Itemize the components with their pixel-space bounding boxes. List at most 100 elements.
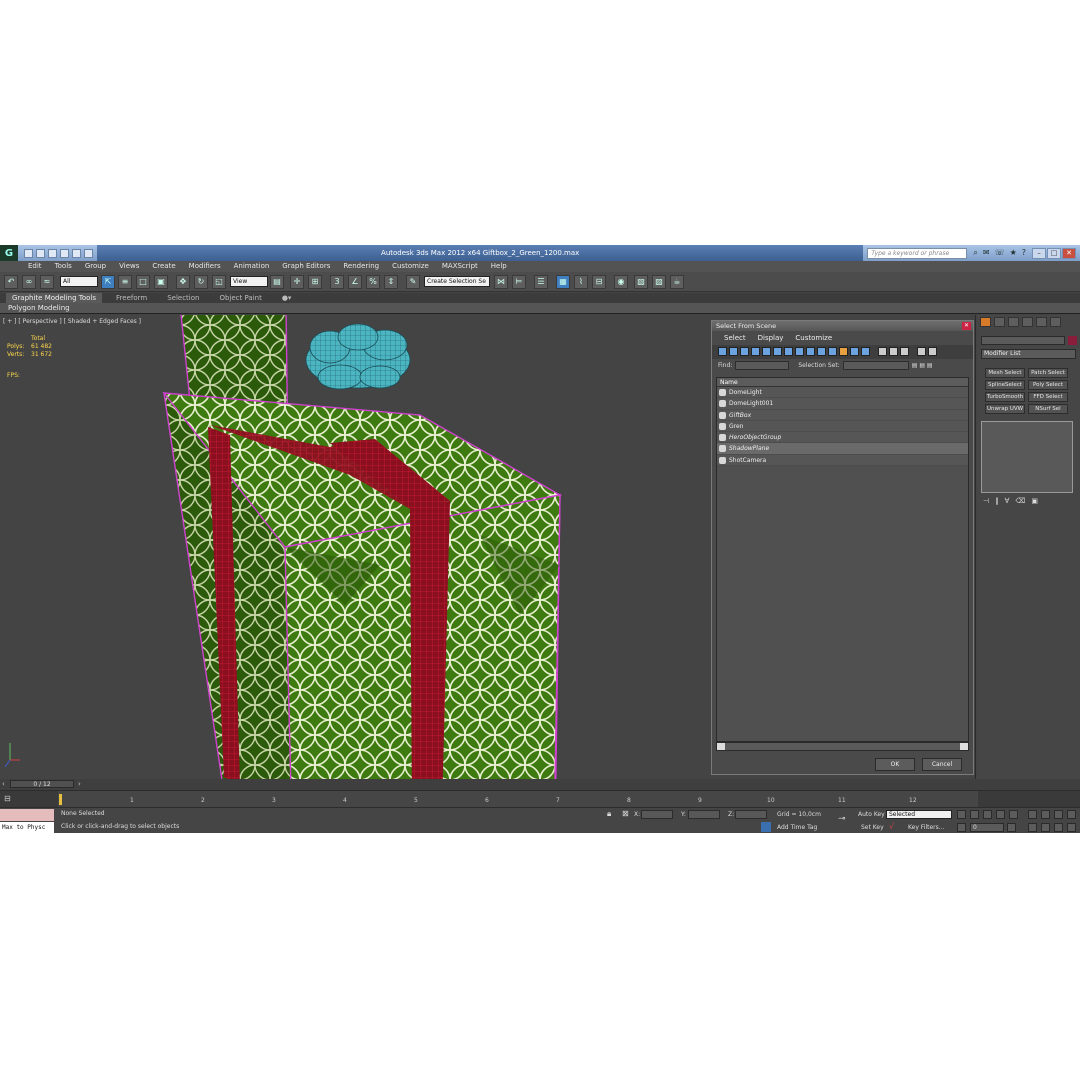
select-manipulate-icon[interactable]: ✛ bbox=[290, 275, 304, 289]
zoom-all-icon[interactable] bbox=[1041, 810, 1050, 819]
unwrap-uvw-button[interactable]: Unwrap UVW bbox=[985, 404, 1025, 414]
pin-stack-icon[interactable]: ⊣ bbox=[983, 497, 989, 505]
select-object-icon[interactable]: ⇱ bbox=[101, 275, 115, 289]
spinner-snap-icon[interactable]: ⇕ bbox=[384, 275, 398, 289]
make-unique-icon[interactable]: ∀ bbox=[1005, 497, 1010, 505]
orbit-icon[interactable] bbox=[1054, 823, 1063, 832]
schematic-view-icon[interactable]: ⊟ bbox=[592, 275, 606, 289]
edit-named-selection-icon[interactable]: ✎ bbox=[406, 275, 420, 289]
panel-polygon-modeling[interactable]: Polygon Modeling bbox=[0, 304, 70, 312]
ffd-select-button[interactable]: FFD Select bbox=[1028, 392, 1068, 402]
zoom-extents-icon[interactable] bbox=[1054, 810, 1063, 819]
time-tag-icon[interactable] bbox=[761, 822, 771, 832]
subscription-icon[interactable]: ✉ bbox=[983, 248, 990, 258]
menu-graph-editors[interactable]: Graph Editors bbox=[282, 261, 330, 272]
rectangular-selection-icon[interactable]: □ bbox=[136, 275, 150, 289]
tab-graphite-modeling-tools[interactable]: Graphite Modeling Tools bbox=[6, 293, 103, 303]
menu-rendering[interactable]: Rendering bbox=[343, 261, 379, 272]
viewport-label[interactable]: [ + ] [ Perspective ] [ Shaded + Edged F… bbox=[3, 318, 141, 325]
spline-select-button[interactable]: SplineSelect bbox=[985, 380, 1025, 390]
frame-counter[interactable]: 0 / 12 bbox=[10, 780, 74, 788]
time-configuration-icon[interactable] bbox=[1007, 823, 1016, 832]
align-icon[interactable]: ⊨ bbox=[512, 275, 526, 289]
menu-tools[interactable]: Tools bbox=[55, 261, 72, 272]
poly-select-button[interactable]: Poly Select bbox=[1028, 380, 1068, 390]
list-item[interactable]: DomeLight bbox=[717, 387, 968, 399]
favorites-star-icon[interactable]: ★ bbox=[1010, 248, 1017, 258]
mini-curve-editor-icon[interactable]: ⊟ bbox=[4, 794, 11, 803]
cancel-button[interactable]: Cancel bbox=[922, 758, 962, 771]
menu-edit[interactable]: Edit bbox=[28, 261, 42, 272]
rotate-icon[interactable]: ↻ bbox=[194, 275, 208, 289]
show-end-result-icon[interactable]: ‖ bbox=[995, 497, 999, 505]
name-column-header[interactable]: Name bbox=[717, 378, 968, 387]
time-cursor[interactable] bbox=[59, 794, 62, 805]
menu-animation[interactable]: Animation bbox=[234, 261, 270, 272]
layer-manager-icon[interactable]: ☰ bbox=[534, 275, 548, 289]
help-icon[interactable]: ? bbox=[1022, 248, 1026, 258]
close-button[interactable]: ✕ bbox=[1062, 247, 1076, 259]
named-selection-dropdown[interactable]: Create Selection Se bbox=[424, 276, 490, 287]
sync-selection-icon[interactable] bbox=[917, 347, 926, 356]
dialog-menu-display[interactable]: Display bbox=[758, 331, 784, 345]
list-item[interactable]: HeroObjectGroup bbox=[717, 432, 968, 444]
modifier-stack[interactable] bbox=[981, 421, 1073, 493]
display-containers-icon[interactable] bbox=[817, 347, 826, 356]
menu-help[interactable]: Help bbox=[491, 261, 507, 272]
utilities-tab-icon[interactable] bbox=[1050, 317, 1061, 327]
add-time-tag-button[interactable]: Add Time Tag bbox=[777, 824, 817, 831]
display-none-icon[interactable] bbox=[861, 347, 870, 356]
ribbon-options-icon[interactable]: ●▾ bbox=[276, 293, 298, 303]
object-name-field[interactable] bbox=[981, 336, 1065, 345]
go-to-start-icon[interactable] bbox=[957, 810, 966, 819]
undo-icon[interactable] bbox=[60, 248, 69, 258]
slider-next-icon[interactable]: › bbox=[78, 780, 81, 788]
render-setup-icon[interactable]: ▧ bbox=[634, 275, 648, 289]
menu-modifiers[interactable]: Modifiers bbox=[189, 261, 221, 272]
material-editor-icon[interactable]: ◉ bbox=[614, 275, 628, 289]
slider-prev-icon[interactable]: ‹ bbox=[2, 780, 5, 788]
menu-views[interactable]: Views bbox=[119, 261, 139, 272]
reference-coordinate-dropdown[interactable]: View bbox=[230, 276, 268, 287]
mesh-select-button[interactable]: Mesh Select bbox=[985, 368, 1025, 378]
bind-space-warp-icon[interactable]: ≈ bbox=[40, 275, 54, 289]
graphite-toggle-icon[interactable]: ▦ bbox=[556, 275, 570, 289]
create-tab-icon[interactable] bbox=[980, 317, 991, 327]
patch-select-button[interactable]: Patch Select bbox=[1028, 368, 1068, 378]
display-all-icon[interactable] bbox=[850, 347, 859, 356]
modifier-list-dropdown[interactable]: Modifier List bbox=[981, 349, 1076, 359]
display-groups-icon[interactable] bbox=[784, 347, 793, 356]
render-teapot-icon[interactable]: ☕ bbox=[670, 275, 684, 289]
key-mode-icon[interactable]: ⊸ bbox=[838, 814, 846, 824]
zoom-extents-all-icon[interactable] bbox=[1067, 810, 1076, 819]
time-slider[interactable]: 0 / 12 ‹ › bbox=[0, 779, 1080, 790]
previous-frame-icon[interactable] bbox=[970, 810, 979, 819]
nsurf-sel-button[interactable]: NSurf Sel bbox=[1028, 404, 1068, 414]
keyboard-shortcut-icon[interactable]: ⊞ bbox=[308, 275, 322, 289]
maxscript-mini-listener[interactable]: Max to Physc bbox=[0, 822, 54, 833]
motion-tab-icon[interactable] bbox=[1022, 317, 1033, 327]
undo-icon[interactable]: ↶ bbox=[4, 275, 18, 289]
list-item[interactable]: Gren bbox=[717, 420, 968, 433]
find-input[interactable] bbox=[735, 361, 790, 370]
selection-set-icons[interactable]: ▤ ▤ ▤ bbox=[912, 362, 933, 369]
tab-freeform[interactable]: Freeform bbox=[110, 293, 153, 303]
list-item[interactable]: DomeLight001 bbox=[717, 398, 968, 410]
dialog-menu-customize[interactable]: Customize bbox=[795, 331, 832, 345]
mirror-icon[interactable]: ⋈ bbox=[494, 275, 508, 289]
display-cameras-icon[interactable] bbox=[751, 347, 760, 356]
display-hidden-icon[interactable] bbox=[839, 347, 848, 356]
set-key-button[interactable]: Set Key bbox=[861, 824, 884, 831]
display-geometry-icon[interactable] bbox=[718, 347, 727, 356]
window-crossing-icon[interactable]: ▣ bbox=[154, 275, 168, 289]
display-xrefs-icon[interactable] bbox=[795, 347, 804, 356]
select-all-icon[interactable] bbox=[878, 347, 887, 356]
key-selection-dropdown[interactable]: Selected bbox=[886, 810, 952, 819]
next-frame-icon[interactable] bbox=[996, 810, 1005, 819]
display-tab-icon[interactable] bbox=[1036, 317, 1047, 327]
move-icon[interactable]: ✥ bbox=[176, 275, 190, 289]
open-file-icon[interactable] bbox=[36, 248, 45, 258]
ok-button[interactable]: OK bbox=[875, 758, 915, 771]
hierarchy-tab-icon[interactable] bbox=[1008, 317, 1019, 327]
selection-set-dropdown[interactable] bbox=[842, 361, 909, 370]
